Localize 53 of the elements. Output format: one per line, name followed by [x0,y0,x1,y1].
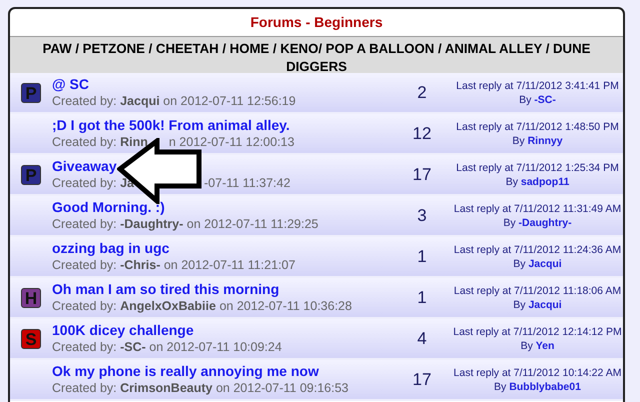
last-reply-author: By Rinnyy [512,134,563,148]
last-reply-time: Last reply at 7/11/2012 1:48:50 PM [456,120,619,134]
last-reply-time: Last reply at 7/11/2012 1:25:34 PM [456,160,619,174]
topic-link[interactable]: ozzing bag in ugc [52,240,392,257]
reply-count: 12 [412,124,432,144]
last-reply-author: By Jacqui [513,298,562,312]
topic-date: n 2012-07-11 12:00:13 [168,134,294,150]
topic-link[interactable]: Good Morning. :) [52,199,392,216]
topic-row[interactable]: P @ SC Created by: Jacqui on 2012-07-11 12:56:19 2 Last reply at 7/11/2012 3:41:41 PM By -SC- [10,73,623,114]
last-reply-author: By sadpop11 [506,174,570,188]
last-reply-author: By Jacqui [513,256,562,270]
game-list-header: PAW / PETZONE / CHEETAH / HOME / KENO/ POP A BALLOON / ANIMAL ALLEY / DUNE DIGGERS [10,37,623,73]
last-reply-time: Last reply at 7/11/2012 12:14:12 PM [453,324,622,338]
topic-row[interactable]: H Oh man I am so tired this morning Created by: AngelxOxBabiie on 2012-07-11 10:36:28 1 Last reply at 7/11/2012 11:18:06 AM By Jacqui [10,278,623,319]
topic-link[interactable]: 100K dicey challenge [52,322,392,339]
reply-count: 17 [412,370,432,390]
topic-row[interactable]: ;D I got the 500k! From animal alley. Created by: Rinn n 2012-07-11 12:00:13 12 Last reply at 7/11/2012 1:48:50 PM By Rinnyy [10,114,623,155]
reply-count: 3 [416,206,428,226]
topic-row[interactable]: ozzing bag in ugc Created by: -Chris- on 2012-07-11 11:21:07 1 Last reply at 7/11/2012 11:24:36 AM By Jacqui [10,237,623,278]
topic-link[interactable]: Oh man I am so tired this morning [52,281,392,298]
topic-link[interactable]: ;D I got the 500k! From animal alley. [52,117,392,134]
last-reply-time: Last reply at 7/11/2012 11:18:06 AM [454,284,622,298]
topic-meta: Created by: CrimsonBeauty on 2012-07-11 09:16:53 [52,380,350,396]
topic-row[interactable]: S 100K dicey challenge Created by: -SC- on 2012-07-11 10:09:24 4 Last reply at 7/11/2012 12:14:12 PM By Yen [10,319,623,360]
topic-row[interactable]: Ok my phone is really annoying me now Created by: CrimsonBeauty on 2012-07-11 09:16:53 17 Last reply at 7/11/2012 10:14:22 AM By Bubblybabe01 [10,360,623,401]
topic-link[interactable]: @ SC [52,76,392,93]
topic-date: -07-11 11:37:42 [204,175,290,191]
topic-badge-icon: H [21,288,41,308]
topic-link[interactable]: Giveaway [52,158,392,175]
last-reply-author: By -SC- [519,92,556,106]
last-reply-time: Last reply at 7/11/2012 11:24:36 AM [454,242,622,256]
topic-link[interactable]: Ok my phone is really annoying me now [52,363,392,380]
reply-count: 4 [416,328,428,348]
topic-meta: Created by: -SC- on 2012-07-11 10:09:24 [52,339,283,355]
topic-badge-icon: P [21,82,41,102]
last-reply-time: Last reply at 7/11/2012 10:14:22 AM [454,366,622,380]
reply-count: 1 [416,288,428,308]
reply-count: 1 [416,246,428,266]
topic-meta: Created by: Jacqui on 2012-07-11 12:56:19 [52,93,297,109]
last-reply-author: By Yen [520,338,554,352]
topic-badge-icon: P [21,164,41,184]
last-reply-author: By -Daughtry- [503,216,572,230]
topic-badge-icon: S [21,328,41,348]
last-reply-time: Last reply at 7/11/2012 3:41:41 PM [456,78,619,92]
last-reply-time: Last reply at 7/11/2012 11:31:49 AM [454,202,622,216]
topic-meta: Created by: -Daughtry- on 2012-07-11 11:29:25 [52,216,320,232]
reply-count: 2 [416,82,428,102]
topic-meta: Created by: -Chris- on 2012-07-11 11:21:07 [52,257,296,273]
topic-row[interactable]: Good Morning. :) Created by: -Daughtry- on 2012-07-11 11:29:25 3 Last reply at 7/11/2012 11:31:49 AM By -Daughtry- [10,196,623,237]
last-reply-author: By Bubblybabe01 [494,380,581,394]
topic-meta: Created by: AngelxOxBabiie on 2012-07-11 10:36:28 [52,298,353,314]
reply-count: 17 [412,164,432,184]
topic-meta: Created by: Rinn [52,134,148,150]
